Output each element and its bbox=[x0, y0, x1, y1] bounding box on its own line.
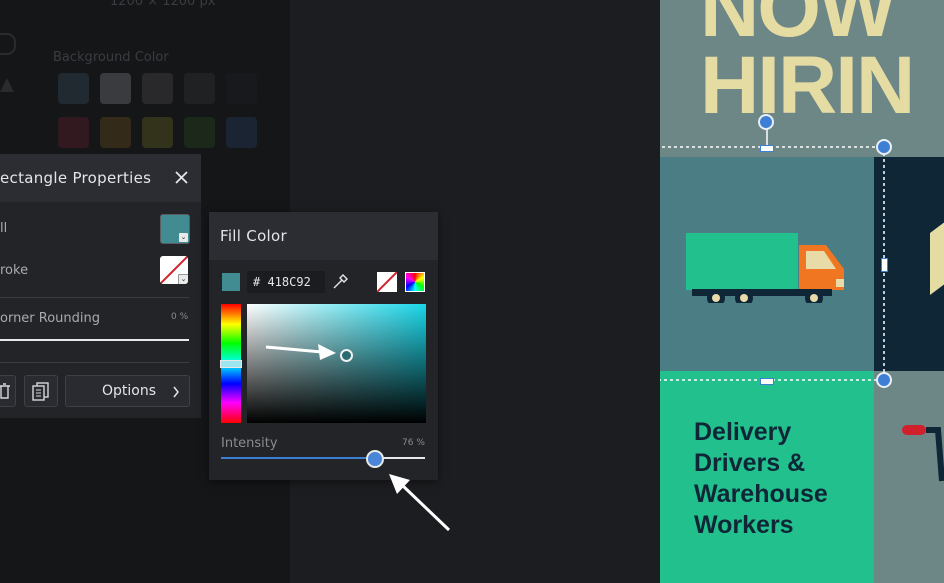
resize-handle-bottom-right[interactable] bbox=[876, 372, 892, 388]
poster-caption-line: Drivers & bbox=[694, 449, 806, 477]
poster-caption: Delivery Drivers & Warehouse Workers bbox=[694, 417, 828, 541]
hand-truck-icon bbox=[902, 425, 944, 482]
resize-handle-top-right[interactable] bbox=[876, 139, 892, 155]
dolly-panel bbox=[874, 371, 944, 583]
resize-handle-right[interactable] bbox=[881, 258, 888, 272]
rotate-handle[interactable] bbox=[758, 114, 774, 130]
caption-panel: Delivery Drivers & Warehouse Workers bbox=[660, 371, 874, 583]
resize-handle-bottom[interactable] bbox=[760, 378, 774, 385]
poster-caption-line: Workers bbox=[694, 511, 794, 539]
resize-handle-top[interactable] bbox=[760, 145, 774, 152]
poster-canvas[interactable]: NOW HIRIN Delivery Drivers & Warehouse Work… bbox=[660, 0, 944, 583]
poster-caption-line: Warehouse bbox=[694, 480, 828, 508]
arrow-to-intensity bbox=[389, 474, 451, 532]
poster-caption-line: Delivery bbox=[694, 418, 792, 446]
arrow-to-picker bbox=[265, 344, 336, 360]
selection-outline bbox=[660, 122, 885, 381]
